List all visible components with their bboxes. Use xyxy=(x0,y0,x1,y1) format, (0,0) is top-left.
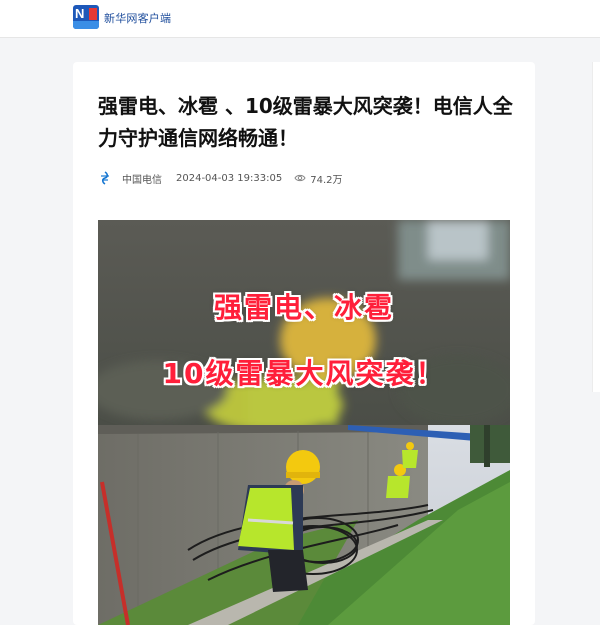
xinhua-app-logo-icon[interactable]: N xyxy=(73,5,99,29)
article-source[interactable]: 中国电信 xyxy=(122,171,162,186)
article-title: 强雷电、冰雹 、10级雷暴大风突袭！电信人全力守护通信网络畅通！ xyxy=(98,94,513,150)
article-meta: 中国电信 2024-04-03 19:33:05 74.2万 xyxy=(98,170,342,186)
view-count: 74.2万 xyxy=(310,174,343,186)
publish-time: 2024-04-03 19:33:05 xyxy=(176,172,283,184)
overlay-headline-1: 强雷电、冰雹 xyxy=(213,291,394,324)
eye-icon xyxy=(294,173,306,183)
app-name[interactable]: 新华网客户端 xyxy=(104,10,171,26)
article-card: 强雷电、冰雹 、10级雷暴大风突袭！电信人全力守护通信网络畅通！ 中国电信 20… xyxy=(73,62,535,625)
top-bar: N 新华网客户端 xyxy=(0,0,600,38)
overlay-headline-2: 10级雷暴大风突袭！ xyxy=(162,357,446,390)
hero-image[interactable]: 强雷电、冰雹 10级雷暴大风突袭！ xyxy=(98,220,510,625)
side-panel-edge xyxy=(592,62,600,392)
china-telecom-logo-icon xyxy=(98,171,112,185)
